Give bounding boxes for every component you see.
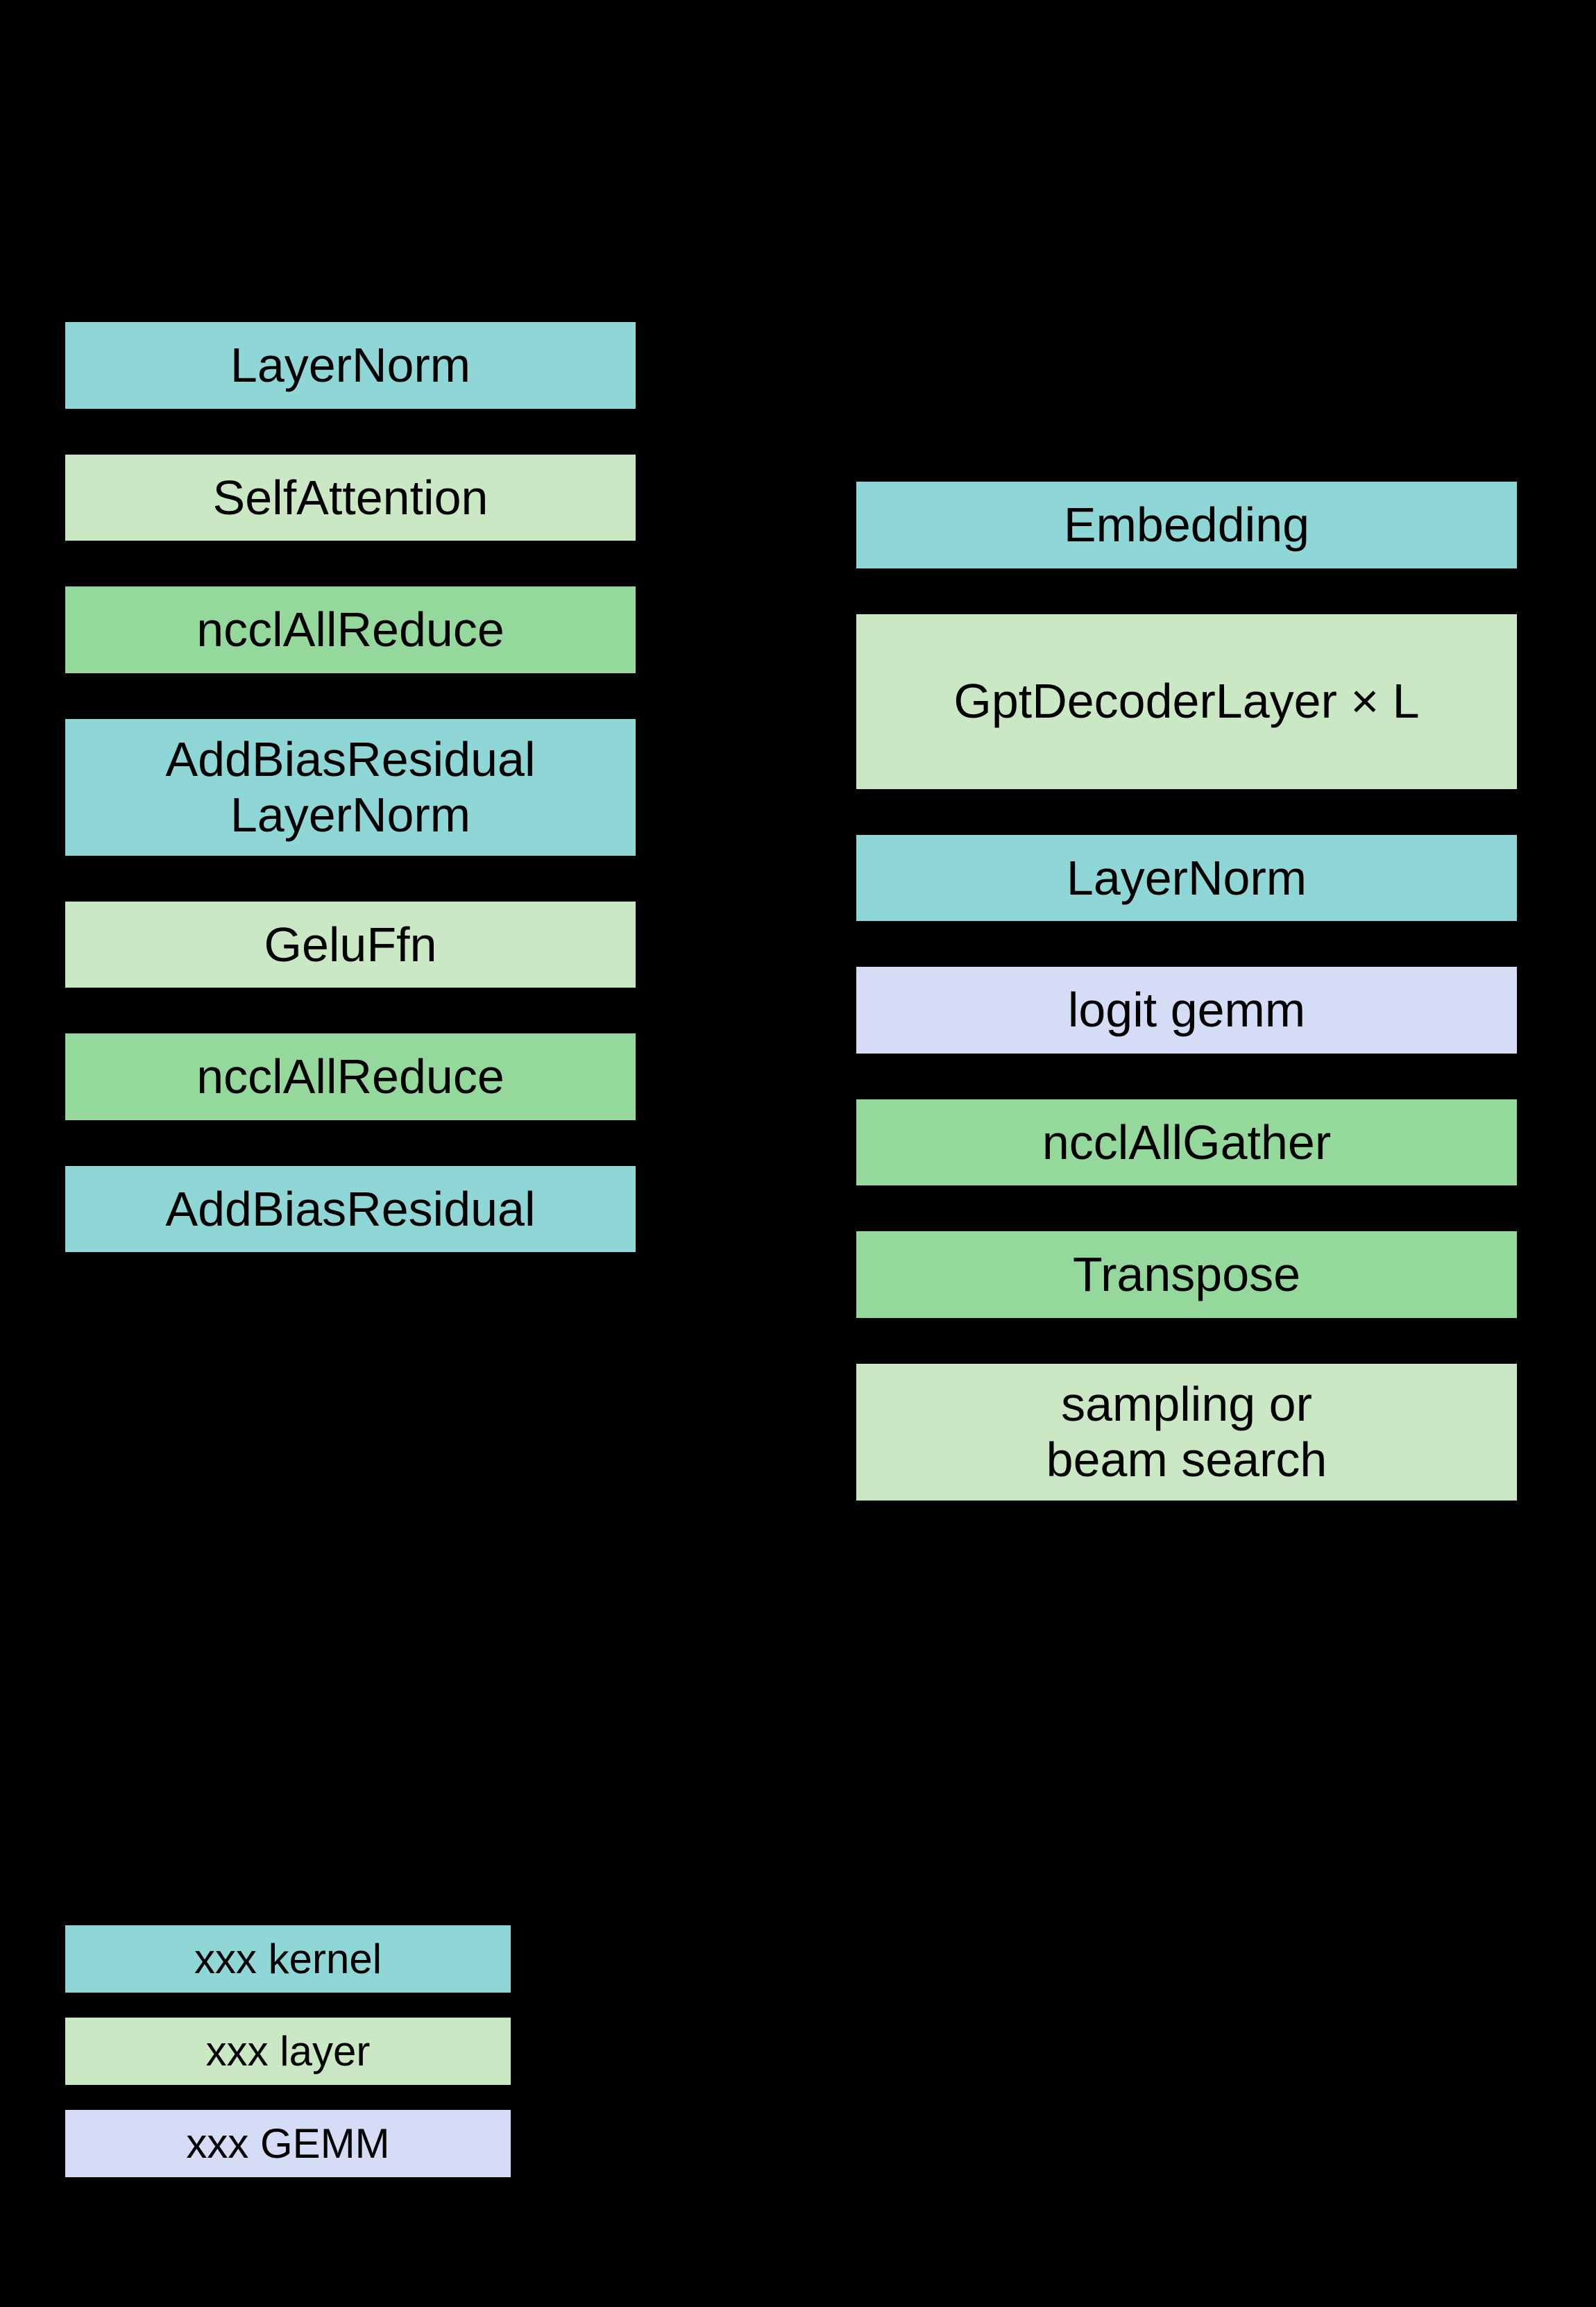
legend-gemm: xxx GEMM (62, 2107, 513, 2180)
box-layernorm-2: LayerNorm (854, 832, 1520, 924)
box-geluffn: GeluFfn (62, 899, 638, 991)
legend: xxx kernel xxx layer xxx GEMM (62, 1922, 513, 2199)
legend-layer: xxx layer (62, 2015, 513, 2088)
box-ncclallreduce-2: ncclAllReduce (62, 1031, 638, 1123)
box-layernorm-1: LayerNorm (62, 319, 638, 412)
box-transpose: Transpose (854, 1228, 1520, 1321)
left-column: LayerNorm SelfAttention ncclAllReduce Ad… (62, 319, 638, 1295)
box-gptdecoderlayer: GptDecoderLayer × L (854, 611, 1520, 792)
right-column: Embedding GptDecoderLayer × L LayerNorm … (854, 479, 1520, 1544)
box-embedding: Embedding (854, 479, 1520, 571)
box-logit-gemm: logit gemm (854, 964, 1520, 1056)
legend-kernel: xxx kernel (62, 1922, 513, 1995)
box-selfattention: SelfAttention (62, 452, 638, 544)
box-addbias-ln: AddBiasResidualLayerNorm (62, 716, 638, 859)
box-sampling: sampling orbeam search (854, 1361, 1520, 1503)
box-ncclallgather: ncclAllGather (854, 1097, 1520, 1189)
box-addbiasresidual: AddBiasResidual (62, 1163, 638, 1256)
box-ncclallreduce-1: ncclAllReduce (62, 584, 638, 676)
